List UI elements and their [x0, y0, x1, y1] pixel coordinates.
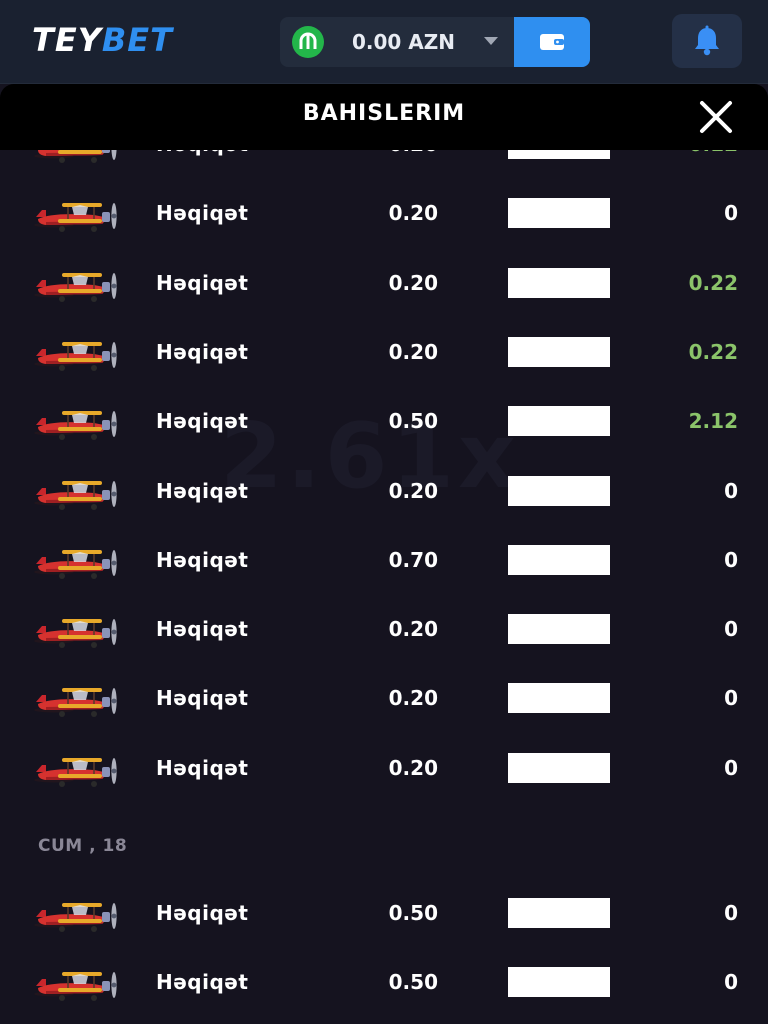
- win-amount: 0: [724, 478, 738, 503]
- top-bar: TEYBET 0.00 AZN: [0, 0, 768, 84]
- win-amount: 0: [724, 686, 738, 711]
- bet-label: Həqiqət: [156, 901, 249, 925]
- bet-amount: 0.50: [388, 409, 438, 434]
- multiplier-box: [508, 544, 610, 575]
- bet-amount: 0.20: [388, 686, 438, 711]
- biplane-icon: [34, 480, 117, 510]
- multiplier-box: [508, 475, 610, 506]
- bet-row[interactable]: Həqiqət 0.20 0: [0, 599, 768, 659]
- win-amount: 0: [724, 901, 738, 925]
- multiplier-box: [508, 683, 610, 714]
- biplane-icon: [34, 272, 117, 302]
- bet-label: Həqiqət: [156, 339, 249, 364]
- biplane-icon: [34, 203, 117, 233]
- brand-logo[interactable]: TEYBET: [32, 20, 173, 60]
- bet-amount: 0.20: [388, 201, 438, 226]
- multiplier-box: [508, 267, 610, 298]
- brand-logo-part2: BET: [101, 21, 173, 59]
- win-amount: 2.12: [688, 409, 738, 434]
- manat-coin-icon: [292, 26, 324, 58]
- biplane-icon: [34, 341, 117, 371]
- biplane-icon: [34, 549, 117, 579]
- bet-label: Həqiqət: [156, 201, 249, 226]
- multiplier-box: [508, 336, 610, 367]
- biplane-icon: [34, 411, 117, 441]
- bet-amount: 0.70: [388, 547, 438, 572]
- biplane-icon: [34, 757, 117, 787]
- wallet-button[interactable]: [514, 17, 590, 67]
- multiplier-box: [508, 967, 610, 997]
- bet-row[interactable]: Həqiqət 0.20 0: [0, 461, 768, 521]
- close-button[interactable]: [696, 100, 736, 134]
- panel-title: BAHISLERIM: [302, 101, 466, 126]
- bet-amount: 0.20: [388, 270, 438, 295]
- multiplier-box: [508, 898, 610, 928]
- bet-row[interactable]: Həqiqət 0.20 0: [0, 183, 768, 243]
- bet-amount: 0.20: [388, 755, 438, 780]
- win-amount: 0.22: [688, 339, 738, 364]
- wallet-icon: [540, 34, 564, 50]
- win-amount: 0: [724, 201, 738, 226]
- multiplier-box: [508, 406, 610, 437]
- multiplier-box: [508, 614, 610, 645]
- win-amount: 0: [724, 617, 738, 642]
- bet-label: Həqiqət: [156, 617, 249, 642]
- bet-amount: 0.50: [388, 901, 438, 925]
- bet-label: Həqiqət: [156, 755, 249, 780]
- bet-amount: 0.20: [388, 478, 438, 503]
- bell-icon: [695, 25, 719, 56]
- multiplier-box: [508, 198, 610, 229]
- bet-label: Həqiqət: [156, 686, 249, 711]
- bet-label: Həqiqət: [156, 478, 249, 503]
- multiplier-box: [508, 752, 610, 783]
- biplane-icon: [34, 619, 117, 649]
- bet-row[interactable]: Həqiqət 0.70 0: [0, 530, 768, 590]
- bet-row[interactable]: Həqiqət 0.50 0: [0, 952, 768, 1012]
- chevron-down-icon[interactable]: [484, 37, 498, 45]
- bet-row[interactable]: Həqiqət 0.50 2.12: [0, 391, 768, 451]
- balance-amount: 0.00 AZN: [352, 30, 456, 54]
- win-amount: 0.22: [688, 270, 738, 295]
- biplane-icon: [34, 903, 117, 932]
- my-bets-panel: 2.61x BAHISLERIM Həqiqət0.200.12: [0, 84, 768, 1024]
- win-amount: 0: [724, 547, 738, 572]
- bet-label: Həqiqət: [156, 409, 249, 434]
- date-label: CUM , 18: [38, 836, 128, 856]
- win-amount: 0: [724, 755, 738, 780]
- bet-row[interactable]: Həqiqət 0.20 0.22: [0, 253, 768, 313]
- bet-label: Həqiqət: [156, 970, 249, 994]
- win-amount: 0: [724, 970, 738, 994]
- bet-row[interactable]: Həqiqət 0.50 0: [0, 883, 768, 943]
- bet-label: Həqiqət: [156, 547, 249, 572]
- brand-logo-part1: TEY: [32, 21, 102, 59]
- biplane-icon: [34, 688, 117, 718]
- biplane-icon: [34, 972, 117, 1001]
- bet-row[interactable]: Həqiqət 0.20 0: [0, 668, 768, 728]
- close-icon: [700, 101, 732, 133]
- bet-row[interactable]: Həqiqət 0.20 0.22: [0, 322, 768, 382]
- bet-row[interactable]: Həqiqət 0.20 0: [0, 738, 768, 798]
- notifications-button[interactable]: [672, 14, 742, 68]
- balance-selector[interactable]: 0.00 AZN: [280, 17, 590, 67]
- bet-amount: 0.20: [388, 339, 438, 364]
- bet-amount: 0.50: [388, 970, 438, 994]
- bet-amount: 0.20: [388, 617, 438, 642]
- panel-header: BAHISLERIM: [0, 84, 768, 150]
- bet-label: Həqiqət: [156, 270, 249, 295]
